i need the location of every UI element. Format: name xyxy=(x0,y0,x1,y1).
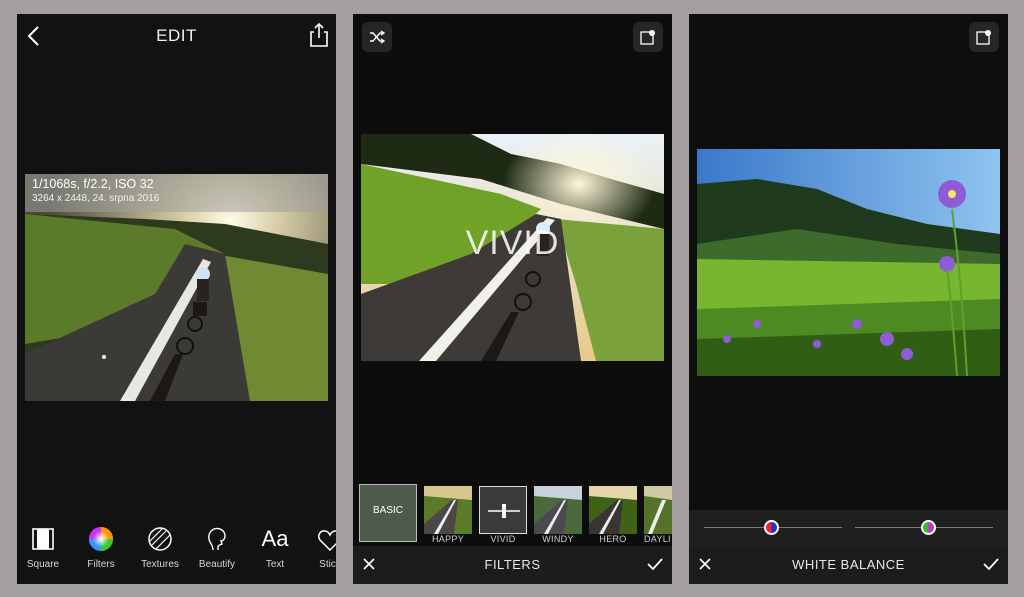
color-wheel-icon xyxy=(89,527,113,551)
exif-info-bar: 1/1068s, f/2.2, ISO 32 3264 x 2448, 24. … xyxy=(25,174,328,212)
photo-preview[interactable] xyxy=(697,149,1000,376)
sticker-icon xyxy=(318,530,336,552)
checkmark-icon[interactable] xyxy=(982,556,1000,572)
filter-vivid[interactable] xyxy=(479,486,527,534)
tool-label: Stick xyxy=(319,559,336,570)
shuffle-button[interactable] xyxy=(362,22,392,52)
white-balance-screen: WHITE BALANCE xyxy=(689,14,1008,584)
filter-thumbnail-selected xyxy=(480,487,526,533)
bottom-bar: FILTERS xyxy=(353,546,672,584)
tool-label: Square xyxy=(26,559,60,570)
tool-text[interactable]: Aa Text xyxy=(246,524,304,570)
tool-label: Filters xyxy=(87,559,115,570)
filter-thumbnail xyxy=(644,486,672,534)
exif-exposure: 1/1068s, f/2.2, ISO 32 xyxy=(32,177,154,191)
tool-label: Text xyxy=(265,559,285,570)
tool-label: Beautify xyxy=(198,559,236,570)
filter-windy[interactable] xyxy=(534,486,582,534)
filter-thumbnail xyxy=(534,486,582,534)
filter-label: VIVID xyxy=(490,534,516,544)
tint-slider-knob[interactable] xyxy=(921,520,936,535)
compare-icon xyxy=(640,30,655,45)
checkmark-icon[interactable] xyxy=(646,556,664,572)
photo-preview[interactable]: VIVID xyxy=(361,134,664,361)
tool-bar: Square Filters Textures Beautify Aa Text… xyxy=(17,524,336,574)
filter-happy[interactable] xyxy=(424,486,472,534)
compare-button[interactable] xyxy=(969,22,999,52)
filter-label: HAPPY xyxy=(431,534,464,544)
filter-name-overlay: VIVID xyxy=(465,224,560,262)
filter-label: HERO xyxy=(599,534,627,544)
tool-textures[interactable]: Textures xyxy=(131,524,189,570)
share-icon[interactable] xyxy=(308,22,330,48)
tool-label: Textures xyxy=(141,559,179,570)
filter-thumbnail xyxy=(424,486,472,534)
edit-screen: EDIT 1/1068s, f/2.2, ISO 32 3264 x 2448,… xyxy=(17,14,336,584)
tool-beautify[interactable]: Beautify xyxy=(188,524,246,570)
photo-preview[interactable]: 1/1068s, f/2.2, ISO 32 3264 x 2448, 24. … xyxy=(25,174,328,401)
filter-label: WINDY xyxy=(542,534,574,544)
flower-meadow-photo xyxy=(697,149,1000,376)
tool-sticker[interactable]: Stick xyxy=(301,524,336,570)
filter-strip: BASIC HAPPY VIVID WINDY HERO DAYLI xyxy=(353,482,672,544)
bottom-title: WHITE BALANCE xyxy=(792,557,905,572)
filter-label: BASIC xyxy=(372,505,403,516)
face-icon xyxy=(208,527,226,551)
exif-dimensions-date: 3264 x 2448, 24. srpna 2016 xyxy=(32,193,160,204)
filter-basic[interactable]: BASIC xyxy=(359,484,417,542)
text-aa-icon: Aa xyxy=(261,526,289,551)
shuffle-icon xyxy=(370,30,385,44)
textures-icon xyxy=(148,527,172,551)
tool-square[interactable]: Square xyxy=(17,524,72,570)
filters-screen: VIVID BASIC HAPPY VIVID WINDY HERO DAYLI… xyxy=(353,14,672,584)
bottom-bar: WHITE BALANCE xyxy=(689,546,1008,584)
compare-icon xyxy=(976,30,991,45)
bottom-title: FILTERS xyxy=(484,557,541,572)
compare-button[interactable] xyxy=(633,22,663,52)
filter-daylight[interactable] xyxy=(644,486,672,534)
square-icon xyxy=(32,528,54,550)
white-balance-sliders xyxy=(689,510,1008,546)
filter-hero[interactable] xyxy=(589,486,637,534)
filter-label: DAYLI xyxy=(644,534,671,544)
filter-thumbnail xyxy=(589,486,637,534)
tool-filters[interactable]: Filters xyxy=(72,524,130,570)
temperature-slider-knob[interactable] xyxy=(764,520,779,535)
page-title: EDIT xyxy=(156,26,197,45)
